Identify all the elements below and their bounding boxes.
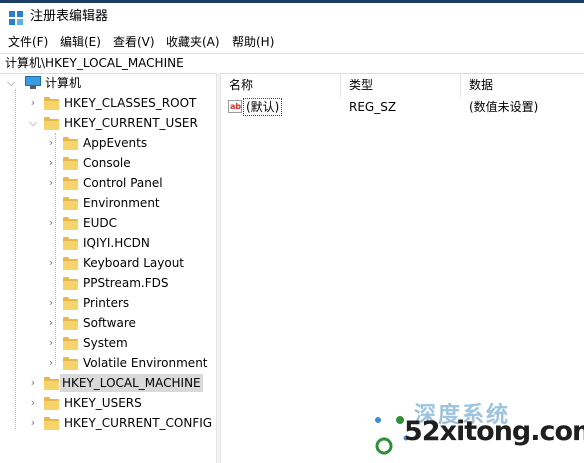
- chevron-right-icon[interactable]: ›: [46, 335, 56, 351]
- tree-label: 计算机: [45, 76, 82, 90]
- tree-node-control-panel[interactable]: › Control Panel: [0, 173, 200, 193]
- watermark-text: 52xitong.com: [404, 416, 584, 447]
- chevron-right-icon[interactable]: ›: [46, 255, 56, 271]
- folder-icon: [44, 397, 59, 410]
- tree-node-hkey-current-config[interactable]: › HKEY_CURRENT_CONFIG: [0, 413, 216, 433]
- folder-icon: [44, 97, 59, 110]
- regedit-app-icon: [9, 11, 23, 25]
- string-value-icon: ab: [228, 100, 242, 113]
- menu-edit[interactable]: 编辑(E): [60, 34, 101, 50]
- tree-label: Volatile Environment: [83, 356, 208, 370]
- chevron-right-icon[interactable]: ›: [28, 415, 38, 431]
- tree-label: HKEY_CLASSES_ROOT: [64, 96, 197, 110]
- folder-icon: [63, 217, 78, 230]
- tree-node-keyboard-layout[interactable]: › Keyboard Layout: [0, 253, 200, 273]
- tree-node-environment[interactable]: Environment: [0, 193, 200, 213]
- tree-label: PPStream.FDS: [83, 276, 169, 290]
- chevron-down-icon[interactable]: ⌵: [6, 75, 16, 91]
- window-title: 注册表编辑器: [30, 9, 109, 24]
- address-bar[interactable]: 计算机\HKEY_LOCAL_MACHINE: [0, 53, 584, 74]
- tree-label: Environment: [83, 196, 160, 210]
- computer-icon: [24, 76, 42, 90]
- folder-icon: [63, 357, 78, 370]
- chevron-right-icon[interactable]: ›: [28, 375, 38, 391]
- column-header-type[interactable]: 类型: [341, 73, 461, 97]
- tree-label: HKEY_CURRENT_USER: [64, 116, 198, 130]
- tree-label: IQIYI.HCDN: [83, 236, 150, 250]
- tree-node-hkey-classes-root[interactable]: › HKEY_CLASSES_ROOT: [0, 93, 200, 113]
- chevron-right-icon[interactable]: ›: [46, 315, 56, 331]
- tree-node-ppstream-fds[interactable]: PPStream.FDS: [0, 273, 200, 293]
- registry-tree[interactable]: ⌵ 计算机 › HKEY_CLASSES_ROOT ⌵ HKEY_CURRENT…: [0, 73, 216, 463]
- chevron-right-icon[interactable]: ›: [46, 135, 56, 151]
- tree-node-iqiyi-hcdn[interactable]: IQIYI.HCDN: [0, 233, 200, 253]
- site-watermark: 深度系统 52xitong.com: [370, 400, 584, 456]
- address-path[interactable]: 计算机\HKEY_LOCAL_MACHINE: [5, 56, 184, 71]
- tree-label: Console: [83, 156, 131, 170]
- menu-help[interactable]: 帮助(H): [232, 34, 274, 50]
- chevron-right-icon[interactable]: ›: [28, 395, 38, 411]
- folder-icon: [63, 237, 78, 250]
- folder-icon: [63, 317, 78, 330]
- tree-label: EUDC: [83, 216, 117, 230]
- folder-icon: [63, 297, 78, 310]
- menu-bar: 文件(F) 编辑(E) 查看(V) 收藏夹(A) 帮助(H): [0, 32, 584, 52]
- tree-node-eudc[interactable]: › EUDC: [0, 213, 200, 233]
- title-bar[interactable]: 注册表编辑器: [0, 3, 584, 31]
- folder-icon: [44, 377, 59, 390]
- value-data: (数值未设置): [469, 100, 539, 114]
- chevron-right-icon[interactable]: ›: [46, 215, 56, 231]
- tree-node-volatile-environment[interactable]: › Volatile Environment: [0, 353, 208, 373]
- value-type: REG_SZ: [349, 100, 397, 114]
- folder-icon: [63, 157, 78, 170]
- tree-node-hkey-local-machine[interactable]: › HKEY_LOCAL_MACHINE: [0, 373, 210, 393]
- menu-favorites[interactable]: 收藏夹(A): [166, 34, 220, 50]
- column-header-name[interactable]: 名称: [221, 73, 341, 97]
- folder-icon: [63, 137, 78, 150]
- tree-node-computer[interactable]: ⌵ 计算机: [0, 73, 200, 93]
- tree-label: HKEY_USERS: [64, 396, 142, 410]
- tree-node-system[interactable]: › System: [0, 333, 200, 353]
- menu-view[interactable]: 查看(V): [113, 34, 155, 50]
- folder-icon: [44, 117, 59, 130]
- chevron-right-icon[interactable]: ›: [46, 155, 56, 171]
- value-name: (默认): [243, 98, 283, 116]
- folder-icon: [63, 337, 78, 350]
- tree-label: System: [83, 336, 128, 350]
- tree-label: Control Panel: [83, 176, 163, 190]
- folder-icon: [63, 197, 78, 210]
- tree-node-software[interactable]: › Software: [0, 313, 200, 333]
- folder-icon: [44, 417, 59, 430]
- chevron-right-icon[interactable]: ›: [46, 175, 56, 191]
- chevron-right-icon[interactable]: ›: [28, 95, 38, 111]
- column-header-data[interactable]: 数据: [461, 73, 584, 97]
- tree-node-console[interactable]: › Console: [0, 153, 200, 173]
- tree-node-hkey-current-user[interactable]: ⌵ HKEY_CURRENT_USER: [0, 113, 200, 133]
- value-row[interactable]: ab (默认) REG_SZ (数值未设置): [221, 97, 584, 117]
- folder-icon: [63, 277, 78, 290]
- chevron-right-icon[interactable]: ›: [46, 295, 56, 311]
- tree-label: Printers: [83, 296, 130, 310]
- tree-label: Keyboard Layout: [83, 256, 185, 270]
- menu-file[interactable]: 文件(F): [8, 34, 48, 50]
- tree-label: HKEY_CURRENT_CONFIG: [64, 416, 213, 430]
- tree-label: AppEvents: [83, 136, 148, 150]
- folder-icon: [63, 257, 78, 270]
- folder-icon: [63, 177, 78, 190]
- tree-label: Software: [83, 316, 136, 330]
- tree-label: HKEY_LOCAL_MACHINE: [60, 374, 203, 392]
- tree-node-hkey-users[interactable]: › HKEY_USERS: [0, 393, 200, 413]
- chevron-right-icon[interactable]: ›: [46, 355, 56, 371]
- chevron-down-icon[interactable]: ⌵: [28, 115, 38, 131]
- tree-node-printers[interactable]: › Printers: [0, 293, 200, 313]
- tree-node-appevents[interactable]: › AppEvents: [0, 133, 200, 153]
